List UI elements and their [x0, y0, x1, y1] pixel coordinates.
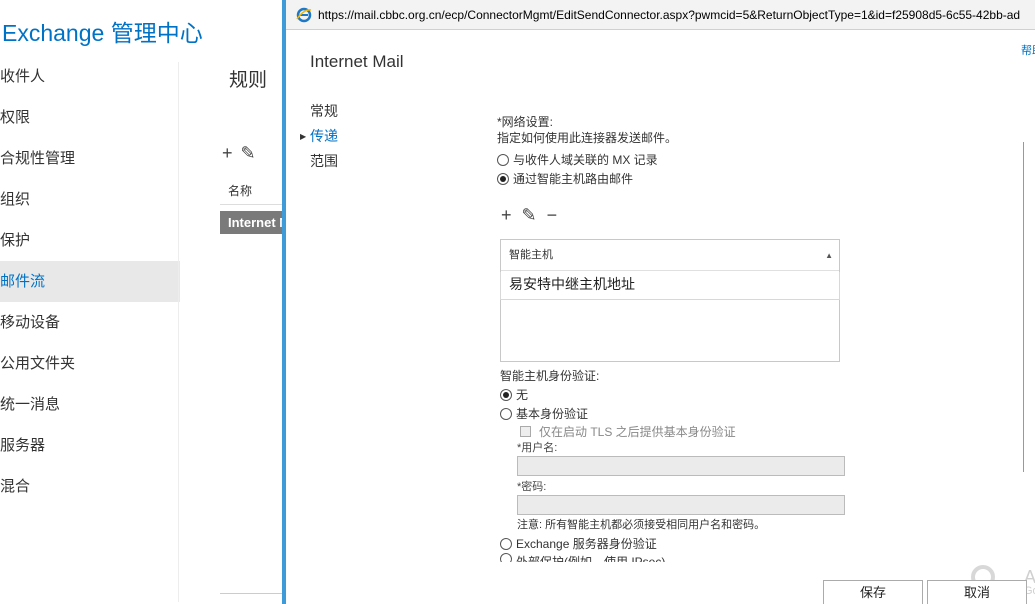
nav-item-mobile[interactable]: 移动设备	[0, 302, 180, 343]
triangle-right-icon: ▶	[300, 132, 307, 141]
dialog-title: Internet Mail	[310, 52, 404, 71]
radio-auth-none[interactable]: 无	[500, 385, 850, 404]
nav-item-servers[interactable]: 服务器	[0, 425, 180, 466]
column-divider	[220, 204, 290, 205]
radio-button[interactable]	[500, 537, 512, 550]
radio-button[interactable]	[500, 407, 512, 420]
network-desc: 指定如何使用此连接器发送邮件。	[497, 131, 678, 145]
nav-item-permissions[interactable]: 权限	[0, 97, 180, 138]
nav-item-organization[interactable]: 组织	[0, 179, 180, 220]
address-bar[interactable]: https://mail.cbbc.org.cn/ecp/ConnectorMg…	[286, 0, 1035, 30]
section-title: 规则	[229, 70, 268, 91]
nav-item-compliance[interactable]: 合规性管理	[0, 138, 180, 179]
eac-toolbar: + ✎	[222, 143, 256, 164]
eac-title: Exchange 管理中心	[2, 20, 203, 46]
radio-auth-external[interactable]: 外部保护(例如，使用 IPsec)	[500, 553, 850, 562]
url-text[interactable]: https://mail.cbbc.org.cn/ecp/ConnectorMg…	[318, 8, 1020, 22]
radio-button-selected[interactable]	[497, 172, 509, 185]
nav-item-protection[interactable]: 保护	[0, 220, 180, 261]
nav-item-public-folders[interactable]: 公用文件夹	[0, 343, 180, 384]
smart-host-list[interactable]: 智能主机 ▲ 易安特中继主机地址	[500, 239, 840, 362]
tls-checkbox[interactable]	[520, 426, 531, 437]
smart-host-toolbar: + ✎ −	[501, 205, 557, 226]
password-field[interactable]	[517, 495, 845, 515]
tls-checkbox-row[interactable]: 仅在启动 TLS 之后提供基本身份验证	[520, 423, 850, 440]
remove-icon[interactable]: −	[547, 205, 558, 226]
radio-smart-host[interactable]: 通过智能主机路由邮件	[497, 169, 842, 188]
nav-item-mail-flow[interactable]: 邮件流	[0, 261, 180, 302]
eac-nav: 收件人 权限 合规性管理 组织 保护 邮件流 移动设备 公用文件夹 统一消息 服…	[0, 56, 180, 507]
add-icon[interactable]: +	[501, 205, 512, 226]
smart-host-row[interactable]: 易安特中继主机地址	[500, 272, 840, 300]
nav-item-recipients[interactable]: 收件人	[0, 56, 180, 97]
radio-button-selected[interactable]	[500, 388, 512, 401]
radio-auth-exchange[interactable]: Exchange 服务器身份验证	[500, 534, 850, 553]
vertical-scrollbar[interactable]	[1023, 142, 1035, 472]
side-tab-general[interactable]: 常规	[310, 99, 338, 124]
dialog-side-nav: 常规 ▶ 传递 范围	[300, 99, 338, 174]
eac-background: Exchange 管理中心 收件人 权限 合规性管理 组织 保护 邮件流 移动设…	[0, 0, 290, 604]
add-icon[interactable]: +	[222, 143, 233, 164]
help-link[interactable]: 帮助	[1021, 42, 1035, 58]
auth-label: 智能主机身份验证:	[500, 369, 600, 383]
list-bottom-divider	[220, 593, 290, 594]
nav-item-hybrid[interactable]: 混合	[0, 466, 180, 507]
network-label: *网络设置:	[497, 115, 554, 129]
radio-mx-record[interactable]: 与收件人域关联的 MX 记录	[497, 150, 842, 169]
column-header-name[interactable]: 名称	[228, 182, 252, 199]
side-tab-scope[interactable]: 范围	[310, 149, 338, 174]
auth-note: 注意: 所有智能主机都必须接受相同用户名和密码。	[517, 519, 766, 531]
smart-host-column-header[interactable]: 智能主机 ▲	[501, 240, 839, 271]
sort-ascending-icon[interactable]: ▲	[825, 240, 833, 271]
network-settings: *网络设置: 指定如何使用此连接器发送邮件。 与收件人域关联的 MX 记录 通过…	[497, 114, 842, 188]
edit-icon[interactable]: ✎	[241, 143, 256, 164]
radio-auth-basic[interactable]: 基本身份验证	[500, 404, 850, 423]
edit-send-connector-window: https://mail.cbbc.org.cn/ecp/ConnectorMg…	[282, 0, 1035, 604]
radio-button[interactable]	[500, 553, 512, 562]
smart-host-auth: 智能主机身份验证: 无 基本身份验证 仅在启动 TLS 之后提供基本身份验证 *…	[500, 368, 850, 562]
username-label: *用户名:	[517, 442, 558, 454]
table-row-selected[interactable]: Internet Mail	[220, 211, 290, 234]
save-button[interactable]: 保存	[823, 580, 923, 604]
side-tab-delivery[interactable]: ▶ 传递	[300, 124, 338, 149]
cancel-button[interactable]: 取消	[927, 580, 1027, 604]
radio-button[interactable]	[497, 153, 509, 166]
username-field[interactable]	[517, 456, 845, 476]
edit-icon[interactable]: ✎	[522, 205, 537, 226]
nav-item-unified-messaging[interactable]: 统一消息	[0, 384, 180, 425]
nav-divider	[178, 62, 179, 602]
password-label: *密码:	[517, 481, 547, 493]
ie-icon	[296, 7, 312, 22]
